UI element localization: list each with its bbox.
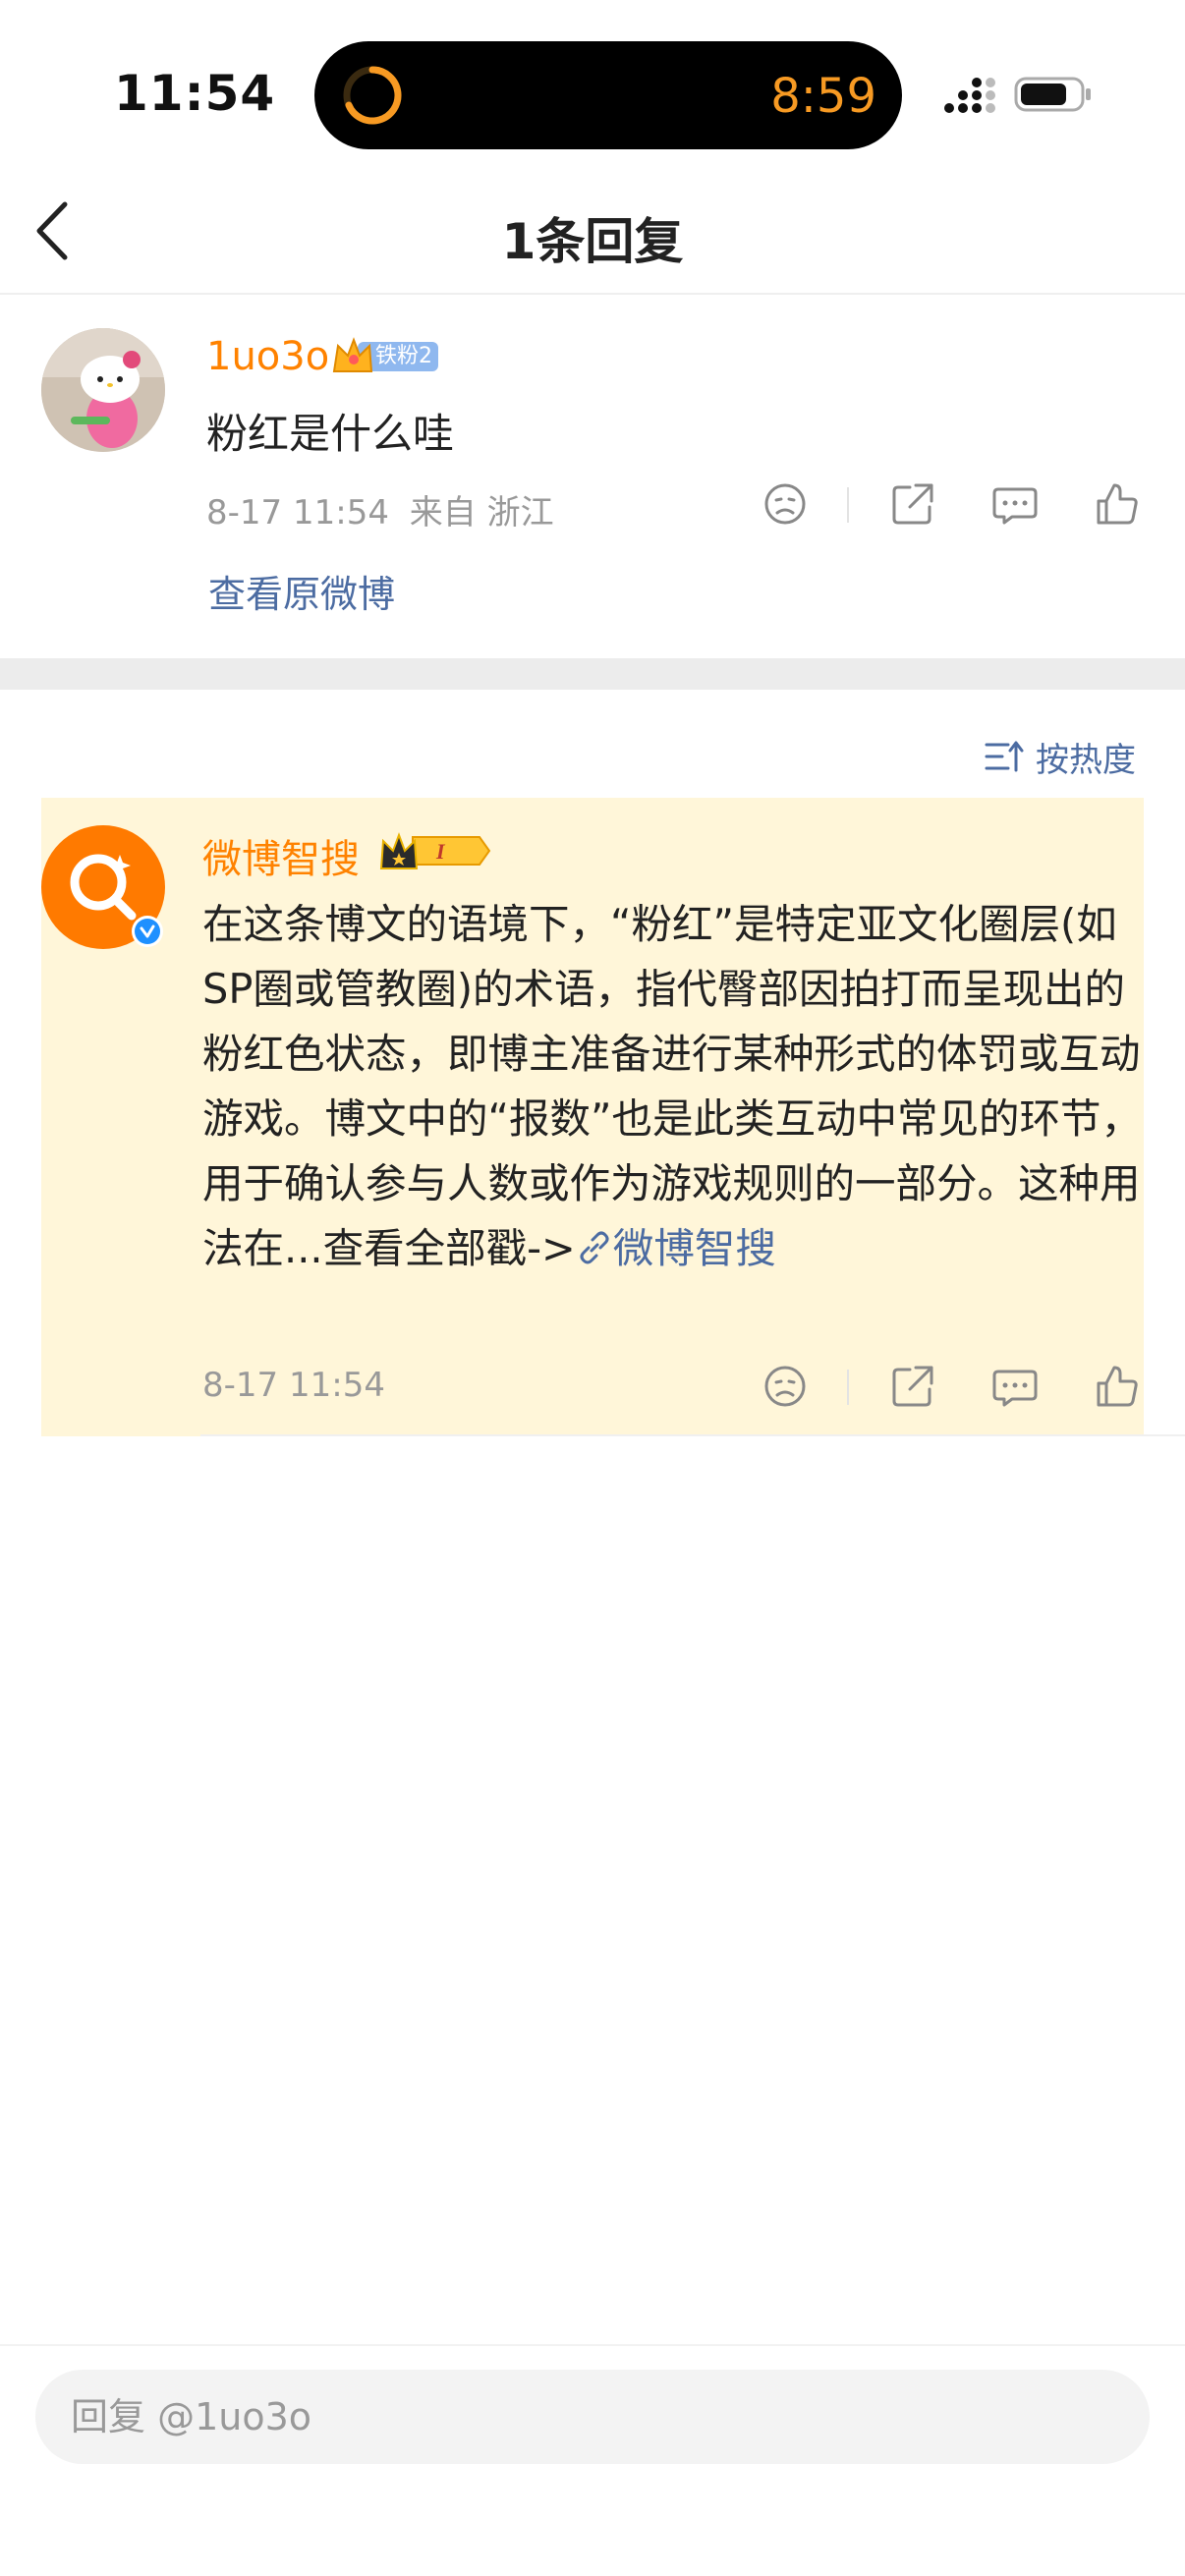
dynamic-island[interactable]: 8:59 [314, 41, 902, 149]
comment-icon[interactable] [990, 479, 1040, 529]
like-thumb-icon[interactable] [1093, 1362, 1142, 1411]
link-icon [580, 1231, 609, 1264]
divider [847, 487, 849, 523]
reply-timestamp: 8-17 11:54 [202, 1366, 385, 1405]
nav-bar: 1条回复 [0, 167, 1185, 295]
view-original-link[interactable]: 查看原微博 [208, 564, 395, 618]
comment-timestamp: 8-17 11:54 [206, 493, 389, 532]
reply-meta: 8-17 11:54 [202, 1366, 385, 1405]
status-bar: 11:54 8:59 [0, 0, 1185, 167]
island-timer: 8:59 [770, 69, 876, 124]
like-thumb-icon[interactable] [1093, 479, 1142, 529]
hello-kitty-avatar-icon [41, 328, 165, 452]
fan-badge: 铁粉2 [330, 334, 440, 377]
battery-icon [1014, 77, 1091, 112]
reply-link[interactable]: 微博智搜 [576, 1224, 776, 1272]
avatar[interactable] [41, 328, 165, 452]
fan-badge-label: 铁粉2 [375, 344, 432, 368]
reply-input[interactable] [35, 2370, 1150, 2464]
divider [847, 1370, 849, 1405]
comment-meta: 8-17 11:54 来自 浙江 [206, 485, 554, 533]
section-divider [0, 658, 1185, 690]
avatar[interactable] [41, 825, 165, 949]
dislike-face-icon[interactable] [761, 479, 810, 529]
sort-icon [985, 741, 1024, 772]
share-icon[interactable] [888, 1362, 937, 1411]
sort-label: 按热度 [1036, 741, 1136, 780]
vip-crown-badge-icon: I [379, 832, 491, 869]
status-time: 11:54 [114, 65, 276, 122]
reply-bar [0, 2344, 1185, 2576]
reply-username[interactable]: 微博智搜 [202, 827, 360, 884]
reply-text: 在这条博文的语境下，“粉红”是特定亚文化圈层(如SP圈或管教圈)的术语，指代臀部… [202, 892, 1144, 1281]
comment-actions [761, 479, 1154, 534]
comment-text: 粉红是什么哇 [206, 410, 455, 458]
comment-username[interactable]: 1uo3o [206, 334, 329, 379]
svg-text:I: I [435, 839, 446, 864]
reply-actions [761, 1362, 1154, 1417]
search-sparkle-avatar-icon [41, 825, 165, 949]
reply-link-label[interactable]: 微博智搜 [613, 1224, 776, 1272]
dislike-face-icon[interactable] [761, 1362, 810, 1411]
share-icon[interactable] [888, 479, 937, 529]
signal-icon [944, 78, 995, 113]
timer-ring-icon [343, 66, 402, 125]
page-title: 1条回复 [501, 213, 684, 270]
reply-body: 在这条博文的语境下，“粉红”是特定亚文化圈层(如SP圈或管教圈)的术语，指代臀部… [202, 900, 1143, 1272]
comment-location: 来自 浙江 [409, 493, 554, 532]
comment-icon[interactable] [990, 1362, 1040, 1411]
divider [200, 1434, 1185, 1436]
